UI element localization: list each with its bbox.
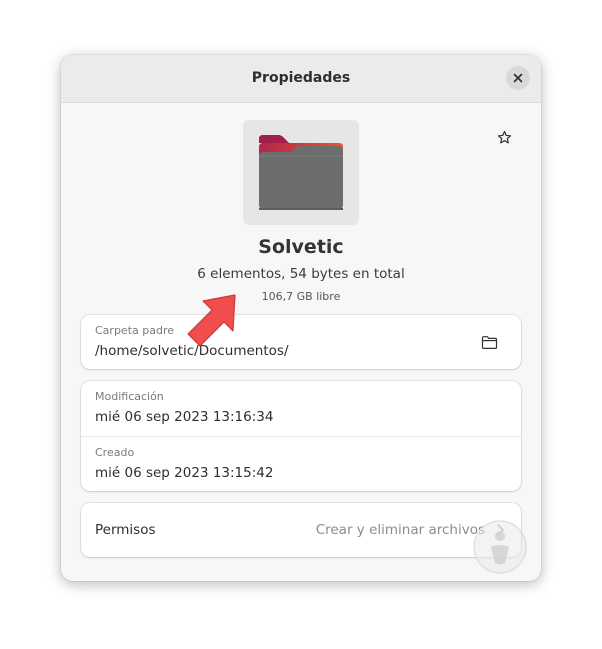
timestamps-card: Modificación mié 06 sep 2023 13:16:34 Cr…: [81, 381, 521, 491]
open-parent-folder-button[interactable]: [479, 333, 499, 351]
folder-summary: 6 elementos, 54 bytes en total: [197, 266, 405, 282]
modified-value: mié 06 sep 2023 13:16:34: [95, 409, 274, 425]
permissions-value: Crear y eliminar archivos: [315, 522, 485, 538]
properties-dialog: Propiedades Solvetic 6 elementos, 54 byt…: [61, 55, 541, 581]
folder-name: Solvetic: [258, 236, 344, 258]
created-value: mié 06 sep 2023 13:15:42: [95, 465, 274, 481]
modified-label: Modificación: [95, 390, 164, 403]
close-button[interactable]: [506, 66, 530, 90]
created-label: Creado: [95, 446, 135, 459]
parent-folder-label: Carpeta padre: [95, 324, 174, 337]
permissions-card[interactable]: Permisos Crear y eliminar archivos: [81, 503, 521, 557]
folder-open-icon: [481, 335, 497, 349]
created-row: Creado mié 06 sep 2023 13:15:42: [81, 436, 521, 491]
arrow-icon: [187, 294, 236, 347]
free-space: 106,7 GB libre: [261, 290, 341, 303]
dialog-header: Propiedades: [61, 55, 541, 103]
folder-icon: [259, 135, 343, 210]
modified-row: Modificación mié 06 sep 2023 13:16:34: [81, 381, 521, 436]
star-button[interactable]: [495, 128, 513, 146]
star-icon: [497, 130, 511, 143]
parent-folder-row: Carpeta padre /home/solvetic/Documentos/: [81, 315, 521, 369]
dialog-title: Propiedades: [251, 70, 351, 86]
close-icon: [513, 73, 523, 83]
parent-folder-card: Carpeta padre /home/solvetic/Documentos/: [81, 315, 521, 369]
folder-preview: [243, 120, 359, 225]
permissions-label: Permisos: [95, 522, 156, 538]
watermark-logo: [473, 520, 527, 574]
